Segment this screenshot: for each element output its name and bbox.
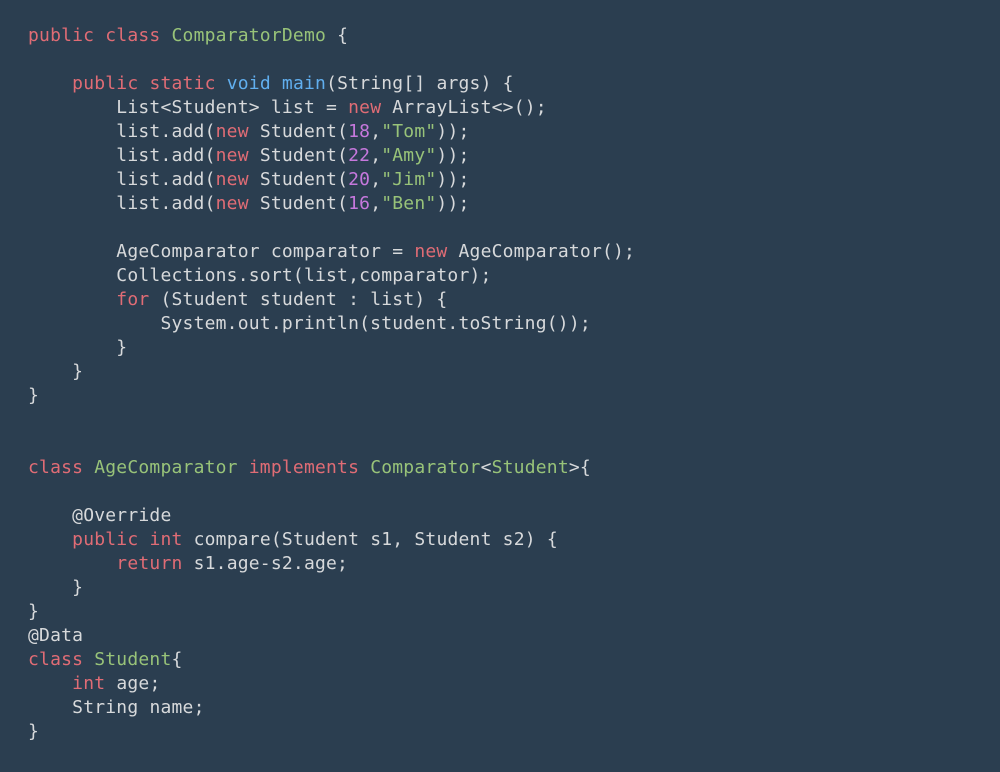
kw-public: public xyxy=(28,25,94,46)
field-name: name; xyxy=(149,697,204,718)
student-age-1: 22 xyxy=(348,145,370,166)
class-name: ComparatorDemo xyxy=(172,25,327,46)
kw-class: class xyxy=(105,25,160,46)
class3-name: Student xyxy=(94,649,171,670)
println-line: System.out.println(student.toString()); xyxy=(160,313,590,334)
return-expr: s1.age-s2.age; xyxy=(194,553,349,574)
data-annotation: @Data xyxy=(28,625,83,646)
code-block: public class ComparatorDemo { public sta… xyxy=(0,0,1000,768)
student-age-3: 16 xyxy=(348,193,370,214)
student-name-2: "Jim" xyxy=(381,169,436,190)
student-name-1: "Amy" xyxy=(381,145,436,166)
class2-name: AgeComparator xyxy=(94,457,237,478)
student-age-2: 20 xyxy=(348,169,370,190)
student-name-0: "Tom" xyxy=(381,121,436,142)
override-annotation: @Override xyxy=(72,505,171,526)
field-age: age; xyxy=(116,673,160,694)
student-name-3: "Ben" xyxy=(381,193,436,214)
student-age-0: 18 xyxy=(348,121,370,142)
